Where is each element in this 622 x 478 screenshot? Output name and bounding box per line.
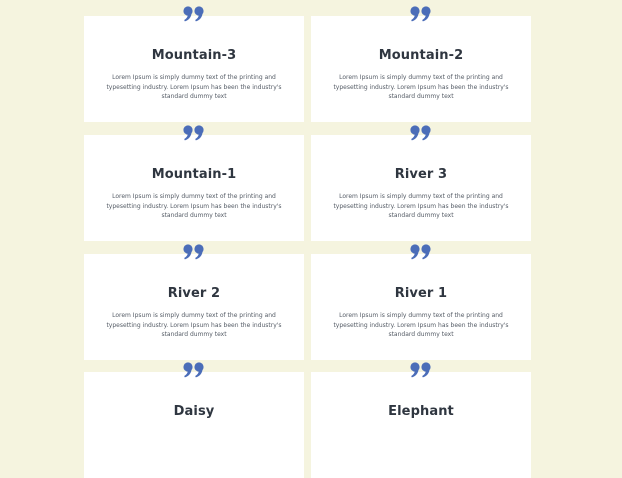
card-mountain-1: Mountain-1 Lorem Ipsum is simply dummy t… bbox=[84, 125, 304, 241]
quote-icon bbox=[84, 125, 304, 145]
card-description: Lorem Ipsum is simply dummy text of the … bbox=[333, 193, 509, 220]
card-title: Mountain-2 bbox=[378, 48, 464, 63]
card-grid: Mountain-3 Lorem Ipsum is simply dummy t… bbox=[0, 0, 622, 478]
card-description: Lorem Ipsum is simply dummy text of the … bbox=[333, 312, 509, 339]
card-title: Elephant bbox=[388, 404, 454, 419]
card-river-2: River 2 Lorem Ipsum is simply dummy text… bbox=[84, 244, 304, 360]
card-description: Lorem Ipsum is simply dummy text of the … bbox=[106, 74, 282, 101]
card-description: Lorem Ipsum is simply dummy text of the … bbox=[333, 74, 509, 101]
card-description: Lorem Ipsum is simply dummy text of the … bbox=[106, 193, 282, 220]
card-title: River 2 bbox=[167, 286, 221, 301]
card-mountain-2: Mountain-2 Lorem Ipsum is simply dummy t… bbox=[311, 6, 531, 122]
quote-icon bbox=[84, 362, 304, 382]
card-title: Mountain-1 bbox=[151, 167, 237, 182]
quote-icon bbox=[311, 125, 531, 145]
quote-icon bbox=[311, 244, 531, 264]
card-title: River 3 bbox=[394, 167, 448, 182]
card-description: Lorem Ipsum is simply dummy text of the … bbox=[106, 312, 282, 339]
card-elephant: Elephant bbox=[311, 362, 531, 478]
quote-icon bbox=[84, 6, 304, 26]
quote-icon bbox=[311, 362, 531, 382]
quote-icon bbox=[311, 6, 531, 26]
card-river-3: River 3 Lorem Ipsum is simply dummy text… bbox=[311, 125, 531, 241]
card-title: River 1 bbox=[394, 286, 448, 301]
card-daisy: Daisy bbox=[84, 362, 304, 478]
card-mountain-3: Mountain-3 Lorem Ipsum is simply dummy t… bbox=[84, 6, 304, 122]
card-title: Daisy bbox=[173, 404, 215, 419]
card-river-1: River 1 Lorem Ipsum is simply dummy text… bbox=[311, 244, 531, 360]
card-title: Mountain-3 bbox=[151, 48, 237, 63]
quote-icon bbox=[84, 244, 304, 264]
